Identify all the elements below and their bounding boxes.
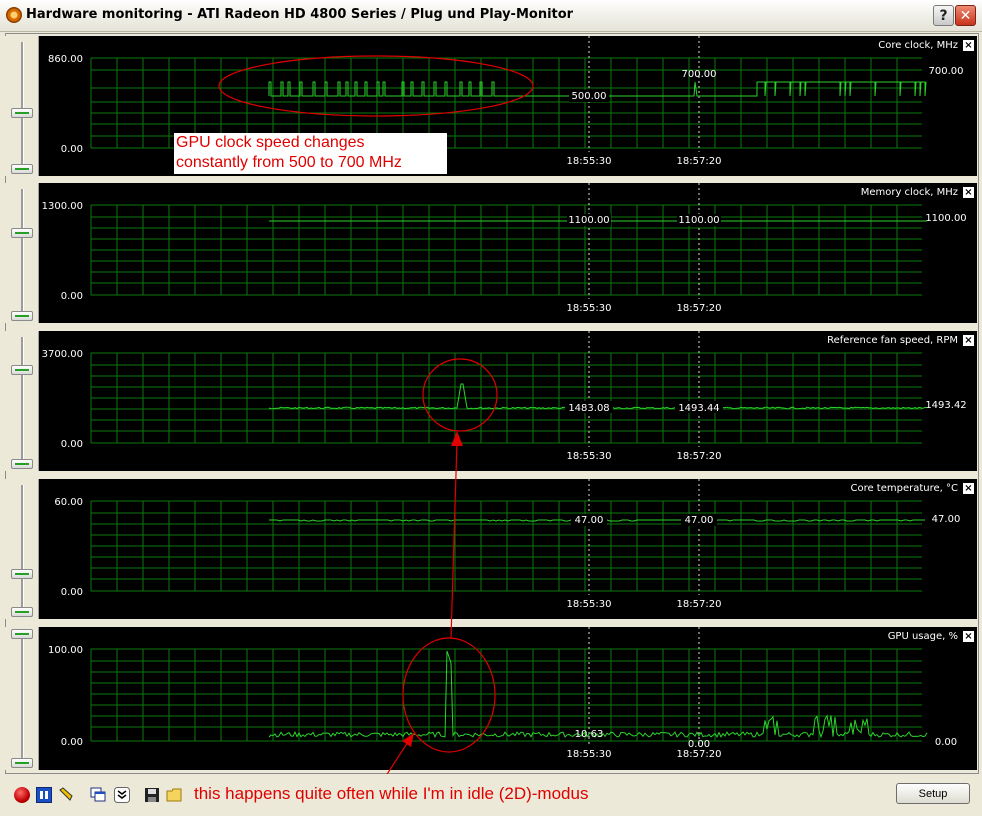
close-graph-icon[interactable]: × [963,631,974,642]
help-button[interactable]: ? [933,5,954,26]
current-value-label: 700.00 [929,66,964,77]
marker-value-label: 10.63 [575,729,604,740]
memory-clock-scale-slider[interactable] [5,183,39,323]
graph-grid [90,648,922,742]
graph-min-label: 0.00 [61,587,83,598]
gpu-usage-scale-slider[interactable] [5,627,39,770]
app-icon [6,7,22,23]
annotation-box: GPU clock speed changes constantly from … [174,133,447,174]
slider-top-thumb[interactable] [11,108,33,118]
marker-value-label: 1483.08 [568,403,609,414]
time-marker-label: 18:57:20 [677,599,722,610]
bottom-toolbar: this happens quite often while I'm in id… [5,774,977,814]
core-temperature-graph: 18:55:30 18:57:20 60.00 0.00 Core temperatur… [39,479,977,619]
graph-min-label: 0.00 [61,291,83,302]
time-marker-label: 18:55:30 [567,303,612,314]
setup-button[interactable]: Setup [896,783,970,804]
time-marker-label: 18:55:30 [567,749,612,760]
current-value-label: 0.00 [935,737,957,748]
graph-title: Memory clock, MHz [861,187,958,198]
time-marker-label: 18:57:20 [677,451,722,462]
slider-bottom-thumb[interactable] [11,459,33,469]
graph-grid [90,204,922,296]
copy-window-icon[interactable] [90,787,106,803]
pen-icon[interactable] [58,787,74,803]
slider-top-thumb[interactable] [11,569,33,579]
close-graph-icon[interactable]: × [963,335,974,346]
save-icon[interactable] [144,787,160,803]
graph-grid [90,352,922,444]
graph-title: Core temperature, °C [850,483,958,494]
close-graph-icon[interactable]: × [963,483,974,494]
annotation-line-1: GPU clock speed changes [176,134,365,151]
bottom-annotation: this happens quite often while I'm in id… [194,784,589,803]
window-title: Hardware monitoring - ATI Radeon HD 4800… [26,7,574,22]
fan-speed-scale-slider[interactable] [5,331,39,471]
slider-bottom-thumb[interactable] [11,607,33,617]
core-clock-panel: 18:55:30 18:57:20 860.00 0.00 Core clock, MH… [5,36,977,176]
current-value-label: 47.00 [932,514,961,525]
record-icon[interactable] [14,787,30,803]
memory-clock-graph: 18:55:30 18:57:20 1300.00 0.00 Memory clock,… [39,183,977,323]
slider-bottom-thumb[interactable] [11,311,33,321]
memory-clock-panel: 18:55:30 18:57:20 1300.00 0.00 Memory clock,… [5,183,977,323]
time-marker-label: 18:55:30 [567,451,612,462]
close-button[interactable]: ✕ [955,5,976,26]
graph-max-label: 60.00 [54,497,83,508]
marker-value-label: 1493.44 [678,403,719,414]
marker-value-label: 700.00 [682,69,717,80]
marker-value-label: 1100.00 [568,215,609,226]
graph-title: Reference fan speed, RPM [827,335,958,346]
gpu-usage-panel: 18:55:30 18:57:20 100.00 0.00 GPU usage, % 10… [5,627,977,770]
close-graph-icon[interactable]: × [963,40,974,51]
graph-min-label: 0.00 [61,439,83,450]
title-bar: Hardware monitoring - ATI Radeon HD 4800… [0,0,982,32]
time-marker-label: 18:57:20 [677,303,722,314]
core-temperature-scale-slider[interactable] [5,479,39,619]
pause-icon[interactable] [36,787,52,803]
time-marker-label: 18:57:20 [677,156,722,167]
fan-speed-panel: 18:55:30 18:57:20 3700.00 0.00 Reference fan… [5,331,977,471]
annotation-line-2: constantly from 500 to 700 MHz [176,154,402,171]
marker-value-label: 47.00 [575,515,604,526]
graph-title: GPU usage, % [888,631,958,642]
current-value-label: 1100.00 [925,213,966,224]
gpu-usage-graph: 18:55:30 18:57:20 100.00 0.00 GPU usage, % 10… [39,627,977,770]
slider-bottom-thumb[interactable] [11,758,33,768]
time-marker-label: 18:55:30 [567,156,612,167]
graph-max-label: 3700.00 [42,349,83,360]
close-graph-icon[interactable]: × [963,187,974,198]
core-clock-scale-slider[interactable] [5,36,39,176]
graph-max-label: 860.00 [48,54,83,65]
marker-value-label: 500.00 [572,91,607,102]
slider-top-thumb[interactable] [11,365,33,375]
marker-value-label: 47.00 [685,515,714,526]
graph-min-label: 0.00 [61,737,83,748]
slider-bottom-thumb[interactable] [11,164,33,174]
graph-min-label: 0.00 [61,144,83,155]
slider-top-thumb[interactable] [11,629,33,639]
slider-top-thumb[interactable] [11,228,33,238]
graph-grid [90,500,922,592]
marker-value-label: 1100.00 [678,215,719,226]
time-marker-label: 18:55:30 [567,599,612,610]
core-temperature-panel: 18:55:30 18:57:20 60.00 0.00 Core temperatur… [5,479,977,619]
marker-value-label: 0.00 [688,739,710,750]
graph-max-label: 100.00 [48,645,83,656]
current-value-label: 1493.42 [925,400,966,411]
graph-title: Core clock, MHz [878,40,958,51]
folder-icon[interactable] [166,787,182,803]
graph-max-label: 1300.00 [42,201,83,212]
collapse-icon[interactable] [114,787,130,803]
time-marker-label: 18:57:20 [677,749,722,760]
fan-speed-graph: 18:55:30 18:57:20 3700.00 0.00 Reference fan… [39,331,977,471]
